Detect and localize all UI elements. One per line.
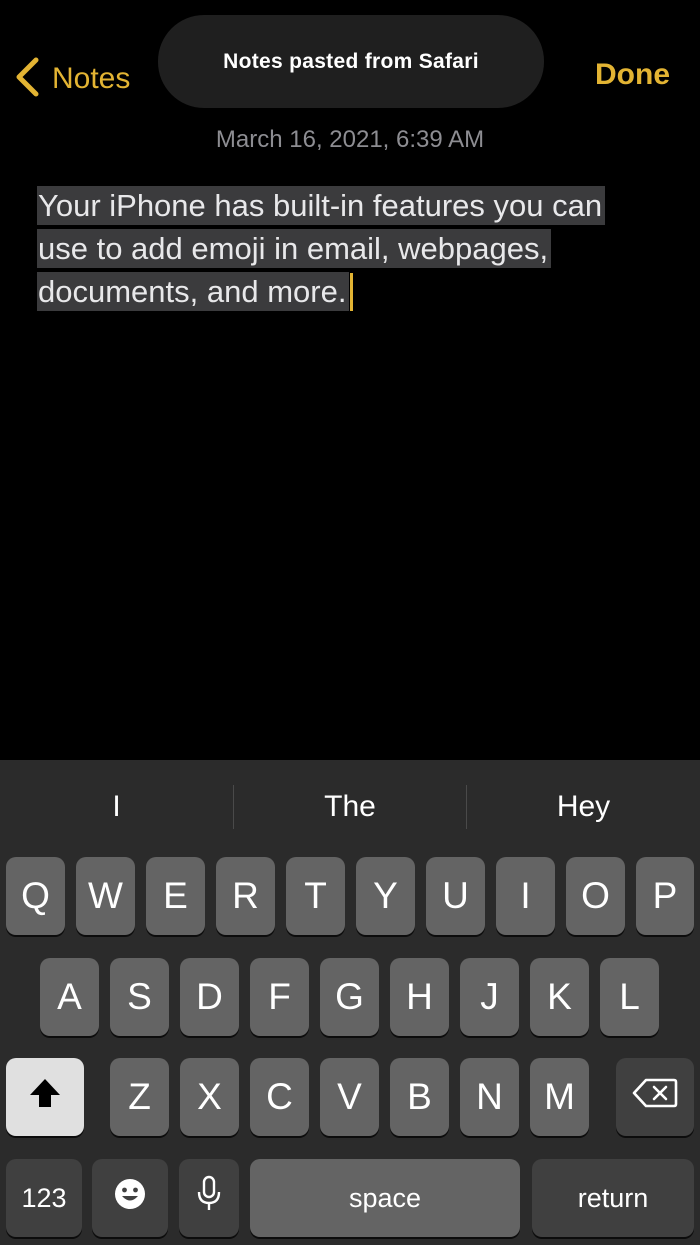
chevron-left-icon bbox=[14, 57, 40, 102]
note-date: March 16, 2021, 6:39 AM bbox=[215, 126, 485, 153]
text-cursor bbox=[350, 273, 354, 311]
key-e[interactable]: E bbox=[146, 857, 205, 935]
navigation-bar: Notes Notes pasted from Safari Done bbox=[0, 0, 700, 120]
key-d[interactable]: D bbox=[180, 958, 239, 1036]
back-to-notes-button[interactable]: Notes bbox=[14, 56, 130, 102]
key-l[interactable]: L bbox=[600, 958, 659, 1036]
key-x[interactable]: X bbox=[180, 1058, 239, 1136]
key-m[interactable]: M bbox=[530, 1058, 589, 1136]
suggestion-2[interactable]: The bbox=[234, 760, 466, 854]
key-c[interactable]: C bbox=[250, 1058, 309, 1136]
shift-key[interactable] bbox=[6, 1058, 84, 1136]
key-n[interactable]: N bbox=[460, 1058, 519, 1136]
back-label: Notes bbox=[52, 62, 131, 95]
return-key[interactable]: return bbox=[532, 1159, 694, 1237]
dictation-key[interactable] bbox=[179, 1159, 239, 1237]
key-b[interactable]: B bbox=[390, 1058, 449, 1136]
suggestion-1[interactable]: I bbox=[0, 760, 233, 854]
key-a[interactable]: A bbox=[40, 958, 99, 1036]
key-h[interactable]: H bbox=[390, 958, 449, 1036]
note-line: use to add emoji in email, webpages, bbox=[37, 229, 552, 268]
key-k[interactable]: K bbox=[530, 958, 589, 1036]
emoji-icon bbox=[113, 1177, 147, 1220]
delete-icon bbox=[632, 1076, 678, 1118]
key-j[interactable]: J bbox=[460, 958, 519, 1036]
key-t[interactable]: T bbox=[286, 857, 345, 935]
space-key[interactable]: space bbox=[250, 1159, 520, 1237]
key-r[interactable]: R bbox=[216, 857, 275, 935]
note-line: documents, and more. bbox=[37, 272, 350, 311]
shift-icon bbox=[27, 1076, 63, 1119]
key-p[interactable]: P bbox=[636, 857, 694, 935]
paste-notification-text: Notes pasted from Safari bbox=[223, 49, 479, 73]
key-q[interactable]: Q bbox=[6, 857, 65, 935]
key-y[interactable]: Y bbox=[356, 857, 415, 935]
key-s[interactable]: S bbox=[110, 958, 169, 1036]
keyboard: I The Hey Q W E R T Y U I O P A S D F G … bbox=[0, 760, 700, 1245]
note-text-area[interactable]: Your iPhone has built-in features you ca… bbox=[37, 184, 667, 313]
key-i[interactable]: I bbox=[496, 857, 555, 935]
done-button[interactable]: Done bbox=[595, 58, 670, 92]
note-line: Your iPhone has built-in features you ca… bbox=[37, 186, 606, 225]
key-g[interactable]: G bbox=[320, 958, 379, 1036]
suggestion-3[interactable]: Hey bbox=[467, 760, 700, 854]
key-u[interactable]: U bbox=[426, 857, 485, 935]
paste-notification-banner: Notes pasted from Safari bbox=[158, 15, 544, 108]
key-v[interactable]: V bbox=[320, 1058, 379, 1136]
key-w[interactable]: W bbox=[76, 857, 135, 935]
numbers-key[interactable]: 123 bbox=[6, 1159, 82, 1237]
delete-key[interactable] bbox=[616, 1058, 694, 1136]
key-z[interactable]: Z bbox=[110, 1058, 169, 1136]
emoji-key[interactable] bbox=[92, 1159, 168, 1237]
key-o[interactable]: O bbox=[566, 857, 625, 935]
key-f[interactable]: F bbox=[250, 958, 309, 1036]
microphone-icon bbox=[197, 1175, 221, 1222]
